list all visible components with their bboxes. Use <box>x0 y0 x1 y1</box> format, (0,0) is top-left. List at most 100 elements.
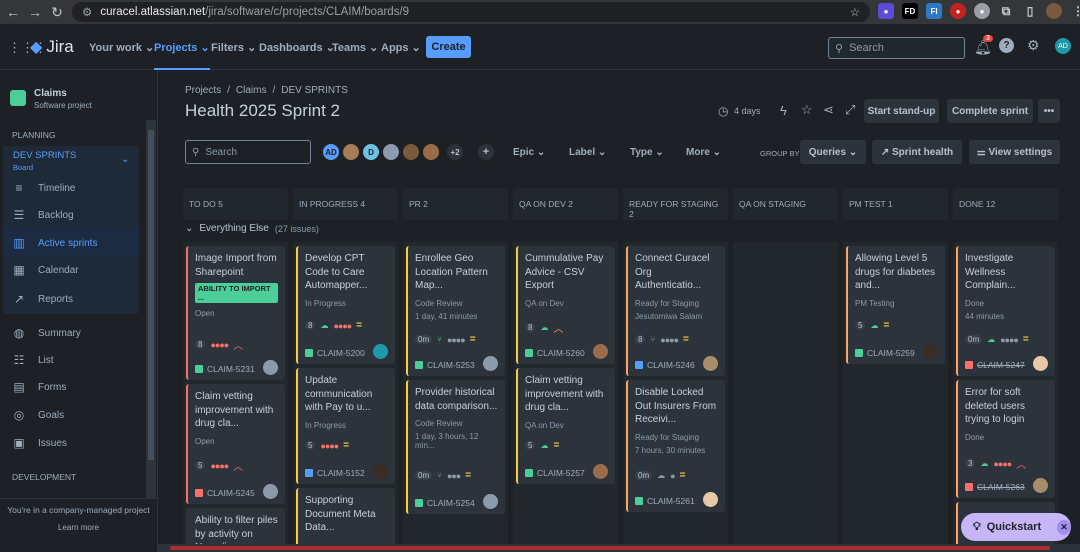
label-filter[interactable]: Label ⌄ <box>569 147 606 158</box>
assignee-avatar[interactable] <box>263 360 278 375</box>
assignee-avatar[interactable] <box>483 494 498 509</box>
complete-sprint-button[interactable]: Complete sprint <box>947 99 1033 123</box>
assignee-avatar[interactable] <box>923 344 938 359</box>
start-standup-button[interactable]: Start stand-up <box>864 99 939 123</box>
address-bar[interactable]: ⚙ curacel.atlassian.net/jira/software/c/… <box>72 2 870 22</box>
view-settings-button[interactable]: ⚌ View settings <box>969 140 1060 164</box>
issue-key[interactable]: CLAIM-5257 <box>537 468 585 478</box>
add-people-icon[interactable]: + <box>476 142 496 162</box>
issue-card[interactable]: Investigate Wellness Complain... Done 44… <box>956 246 1055 376</box>
assignee-avatar[interactable] <box>373 464 388 479</box>
issue-card[interactable]: Supporting Document Meta Data... <box>296 488 395 548</box>
extension-icon[interactable]: ● <box>878 3 894 19</box>
reload-icon[interactable]: ↻ <box>50 4 64 21</box>
board-search-input[interactable]: ⚲ Search <box>185 140 311 164</box>
sprint-health-button[interactable]: ↗ Sprint health <box>872 140 962 164</box>
assignee-avatar[interactable] <box>483 356 498 371</box>
puzzle-icon[interactable]: ⧉ <box>998 3 1014 19</box>
extension-icon[interactable]: ● <box>974 3 990 19</box>
sidebar-item-issues[interactable]: ▣ Issues <box>12 436 67 450</box>
nav-apps[interactable]: Apps ⌄ <box>381 41 421 54</box>
issue-card[interactable]: Disable Locked Out Insurers From Receivi… <box>626 380 725 512</box>
issue-key[interactable]: CLAIM-5260 <box>537 348 585 358</box>
nav-your-work[interactable]: Your work ⌄ <box>89 41 154 54</box>
more-avatars-count[interactable]: +2 <box>445 142 465 162</box>
avatar[interactable] <box>381 142 401 162</box>
avatar[interactable] <box>401 142 421 162</box>
project-avatar-icon[interactable] <box>10 90 26 106</box>
issue-key[interactable]: CLAIM-5254 <box>427 498 475 508</box>
epic-filter[interactable]: Epic ⌄ <box>513 147 545 158</box>
star-icon[interactable]: ☆ <box>801 102 813 118</box>
issue-card[interactable]: Error for soft deleted users trying to l… <box>956 380 1055 498</box>
extension-record-icon[interactable]: ● <box>950 3 966 19</box>
issue-key[interactable]: CLAIM-5247 <box>977 360 1025 370</box>
extension-fi-icon[interactable]: FI <box>926 3 942 19</box>
assignee-avatar[interactable] <box>593 344 608 359</box>
settings-gear-icon[interactable]: ⚙ <box>1027 37 1040 54</box>
bookmark-star-icon[interactable]: ☆ <box>850 5 860 19</box>
site-info-icon[interactable]: ⚙ <box>82 5 92 19</box>
avatar[interactable]: AD <box>321 142 341 162</box>
global-search-input[interactable]: ⚲ Search <box>828 37 965 59</box>
extension-fd-icon[interactable]: FD <box>902 3 918 19</box>
nav-dashboards[interactable]: Dashboards ⌄ <box>259 41 335 54</box>
breadcrumb-board[interactable]: DEV SPRINTS <box>281 85 348 96</box>
sidebar-item-calendar[interactable]: ▦ Calendar <box>12 263 78 277</box>
issue-key[interactable]: CLAIM-5263 <box>977 482 1025 492</box>
assignee-avatar[interactable] <box>593 464 608 479</box>
create-button[interactable]: Create <box>426 36 471 58</box>
sidebar-item-timeline[interactable]: ≡ Timeline <box>12 181 75 195</box>
jira-logo[interactable]: ◆ Jira <box>30 37 74 57</box>
issue-card[interactable]: Image Import from Sharepoint ABILITY TO … <box>186 246 285 380</box>
sidebar-item-summary[interactable]: ◍ Summary <box>12 326 81 340</box>
issue-card[interactable]: Claim vetting improvement with drug cla.… <box>186 384 285 504</box>
sidebar-item-active-sprints[interactable]: ▥ Active sprints <box>12 236 97 250</box>
close-icon[interactable]: ✕ <box>1057 519 1071 535</box>
fullscreen-icon[interactable]: ⤢ <box>845 102 855 118</box>
sidebar-scroll-thumb[interactable] <box>148 130 154 460</box>
assignee-avatar[interactable] <box>263 484 278 499</box>
issue-card[interactable]: Cummulative Pay Advice - CSV Export QA o… <box>516 246 615 364</box>
type-filter[interactable]: Type ⌄ <box>630 147 664 158</box>
back-icon[interactable]: ← <box>6 4 20 20</box>
queries-dropdown[interactable]: Queries ⌄ <box>800 140 866 164</box>
issue-card[interactable]: Allowing Level 5 drugs for diabetes and.… <box>846 246 945 364</box>
breadcrumb-projects[interactable]: Projects <box>185 85 221 96</box>
chevron-down-icon[interactable]: ⌄ <box>121 154 129 165</box>
issue-key[interactable]: CLAIM-5259 <box>867 348 915 358</box>
issue-key[interactable]: CLAIM-5231 <box>207 364 255 374</box>
horizontal-scroll-thumb[interactable] <box>170 546 1050 550</box>
swimlane-header[interactable]: ⌄ Everything Else (27 issues) <box>185 223 319 234</box>
profile-avatar[interactable] <box>1046 3 1062 19</box>
sidepanel-icon[interactable]: ▯ <box>1022 3 1038 19</box>
issue-key[interactable]: CLAIM-5261 <box>647 496 695 506</box>
nav-teams[interactable]: Teams ⌄ <box>332 41 378 54</box>
sidebar-item-list[interactable]: ☷ List <box>12 353 54 367</box>
share-icon[interactable]: ⋖ <box>823 102 834 118</box>
issue-key[interactable]: CLAIM-5200 <box>317 348 365 358</box>
menu-icon[interactable]: ⋮ <box>1070 3 1080 19</box>
avatar[interactable] <box>341 142 361 162</box>
board-switcher[interactable]: DEV SPRINTS <box>13 150 76 161</box>
issue-card[interactable]: Update communication with Pay to u... In… <box>296 368 395 484</box>
user-avatar[interactable]: AD <box>1055 38 1071 54</box>
issue-card[interactable]: Provider historical data comparison... C… <box>406 380 505 514</box>
assignee-avatar[interactable] <box>373 344 388 359</box>
sidebar-item-forms[interactable]: ▤ Forms <box>12 380 66 394</box>
nav-projects[interactable]: Projects ⌄ <box>154 41 210 70</box>
lightning-icon[interactable]: ϟ <box>780 103 787 118</box>
issue-card[interactable]: Claim vetting improvement with drug cla.… <box>516 368 615 484</box>
sidebar-item-goals[interactable]: ◎ Goals <box>12 408 64 422</box>
issue-key[interactable]: CLAIM-5253 <box>427 360 475 370</box>
assignee-avatar[interactable] <box>1033 356 1048 371</box>
more-actions-icon[interactable]: ••• <box>1038 99 1060 123</box>
sidebar-item-backlog[interactable]: ☰ Backlog <box>12 208 74 222</box>
issue-key[interactable]: CLAIM-5152 <box>317 468 365 478</box>
quickstart-button[interactable]: 💡︎ Quickstart ✕ <box>961 513 1071 541</box>
nav-filters[interactable]: Filters ⌄ <box>211 41 256 54</box>
issue-key[interactable]: CLAIM-5246 <box>647 360 695 370</box>
assignee-avatar[interactable] <box>703 492 718 507</box>
avatar[interactable] <box>421 142 441 162</box>
more-filter[interactable]: More ⌄ <box>686 147 721 158</box>
